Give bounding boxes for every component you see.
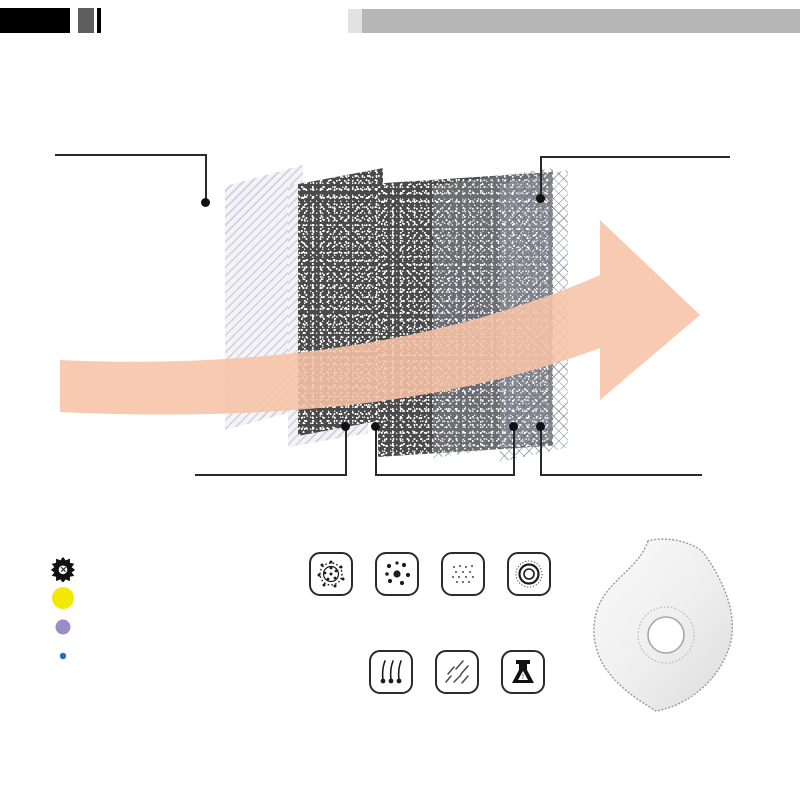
circle-purple-icon (48, 614, 88, 640)
header-black-block (0, 8, 70, 33)
layer-micro-filter-mesh-outer (500, 170, 568, 462)
header-gray-block (78, 8, 94, 33)
droplet-icon (435, 650, 479, 694)
legend-row (48, 643, 318, 672)
legend-row (48, 614, 318, 643)
header-tick-bar (97, 8, 101, 33)
legend-row (48, 585, 318, 614)
circle-yellow-icon (48, 585, 88, 611)
icon-cell-pm25 (366, 552, 428, 601)
dust-icon (441, 552, 485, 596)
icon-cell-animal-hairs (360, 650, 422, 699)
header-brand-bar (362, 9, 800, 33)
icon-cell-dust (432, 552, 494, 601)
icon-cell-droplet (426, 650, 488, 699)
chemical-hazardous-icon: ! (501, 650, 545, 694)
legend-row (48, 556, 318, 585)
layer-activated-carbon-front (298, 168, 383, 436)
animal-hairs-icon (369, 650, 413, 694)
pm25-filter-insert-photo (590, 535, 790, 720)
icon-cell-pollen (498, 552, 560, 601)
particle-legend (48, 556, 318, 672)
page-header (0, 0, 800, 40)
header-light-bar (348, 9, 362, 33)
svg-text:!: ! (522, 674, 524, 681)
gear-black-icon (48, 556, 88, 583)
pollen-icon (507, 552, 551, 596)
dot-blue-icon (48, 643, 88, 669)
icon-cell-anaphylactogen (300, 552, 362, 601)
icon-cell-chemical-hazardous: ! (492, 650, 554, 699)
anaphylactogen-icon (309, 552, 353, 596)
pm25-icon (375, 552, 419, 596)
